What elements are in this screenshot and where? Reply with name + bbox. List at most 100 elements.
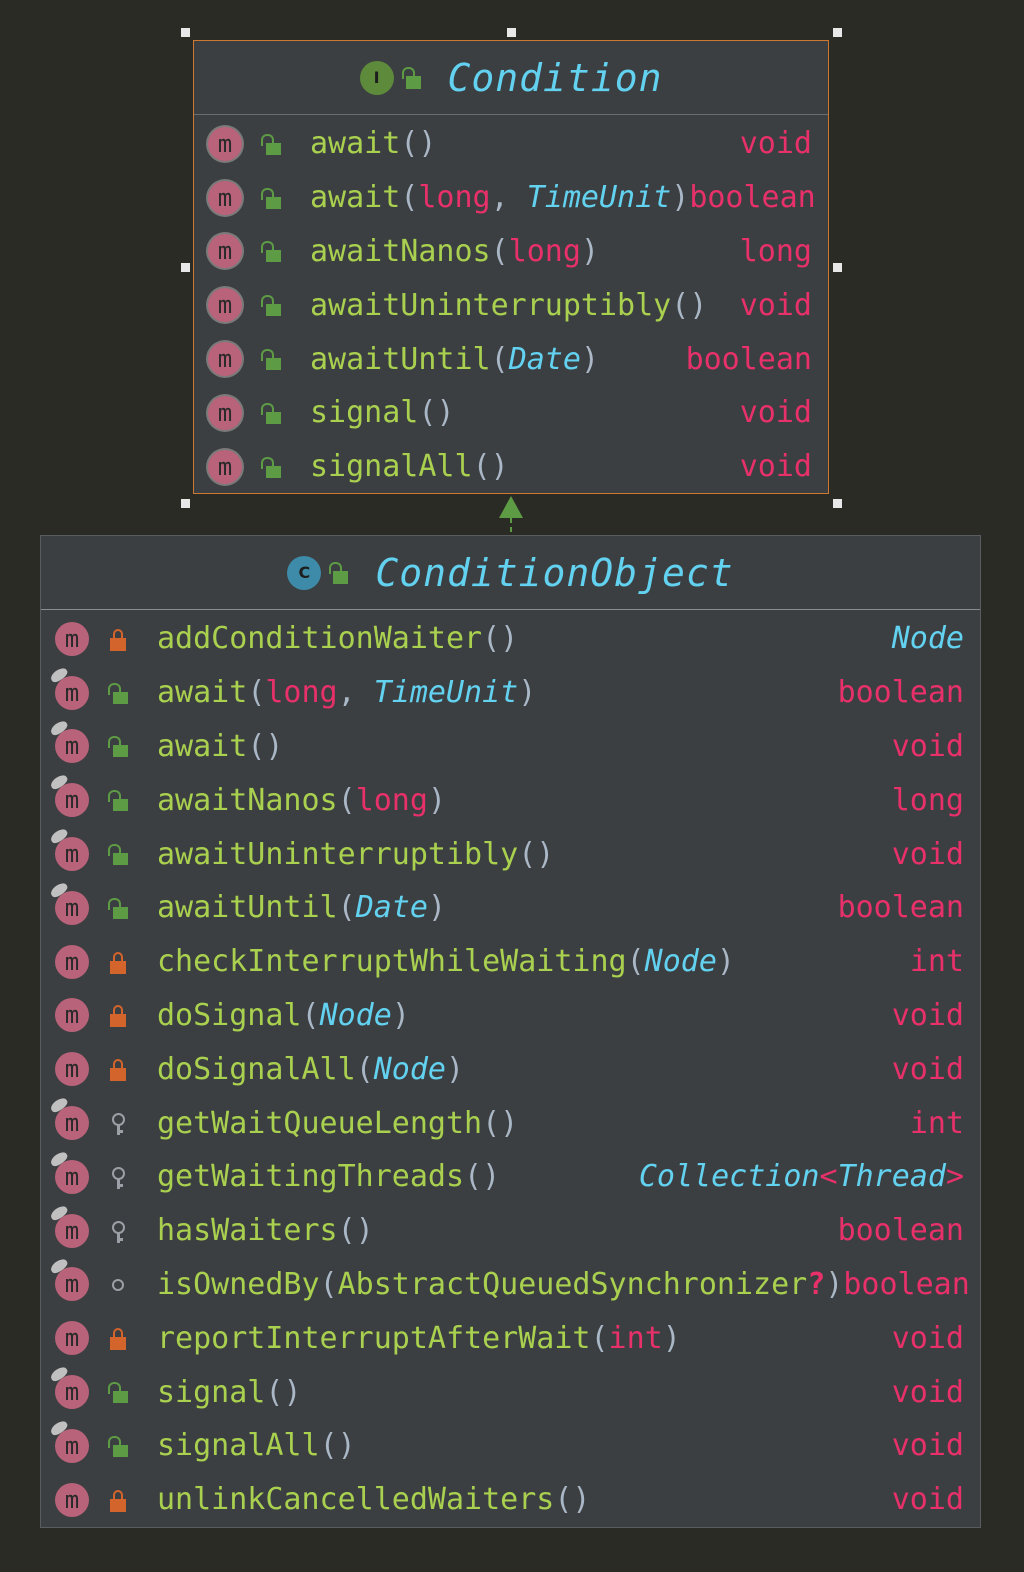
public-lock-icon [260, 131, 282, 157]
method-icon: m [208, 342, 242, 377]
class-node-conditionobject[interactable]: C ConditionObject m addConditionWaiter() N… [40, 535, 981, 1528]
method-name: reportInterruptAfterWait [157, 1320, 591, 1356]
open-paren: ( [337, 782, 356, 818]
open-paren: ( [472, 449, 491, 485]
close-paren: ) [490, 449, 509, 485]
close-paren: ) [536, 836, 555, 872]
method-row[interactable]: m awaitNanos(long) long [194, 225, 828, 279]
close-paren: ) [500, 1105, 519, 1141]
class-icon: C [287, 555, 322, 590]
param-separator: , [490, 180, 527, 216]
return-type: int [909, 944, 964, 980]
method-row[interactable]: m await(long, TimeUnit) boolean [41, 666, 980, 720]
return-type: boolean [689, 180, 816, 216]
return-type: int [909, 1105, 964, 1141]
method-signature: signal() [310, 395, 740, 430]
method-icon: m [208, 234, 242, 269]
method-row[interactable]: m awaitUninterruptibly() void [41, 827, 980, 881]
open-paren: ( [319, 1428, 338, 1464]
return-type: boolean [837, 675, 964, 711]
method-row[interactable]: m signal() void [194, 386, 828, 440]
public-lock-icon [329, 561, 349, 585]
param-type: Date [508, 341, 581, 377]
method-row[interactable]: m awaitUninterruptibly() void [194, 278, 828, 332]
method-row[interactable]: m await() void [41, 720, 980, 774]
open-paren: ( [355, 1051, 374, 1087]
method-signature: await(long, TimeUnit) [310, 180, 689, 215]
method-row[interactable]: m doSignalAll(Node) void [41, 1042, 980, 1096]
resize-handle-mid-left[interactable] [181, 263, 190, 272]
param-type: TimeUnit [526, 180, 672, 216]
method-signature: awaitUninterruptibly() [157, 837, 892, 872]
open-paren: ( [464, 1159, 483, 1195]
method-icon: m [55, 837, 89, 872]
method-signature: await(long, TimeUnit) [157, 675, 838, 710]
resize-handle-bottom-right[interactable] [833, 499, 842, 508]
method-name: awaitUntil [157, 890, 338, 926]
open-paren: ( [482, 621, 501, 657]
method-name: await [310, 180, 401, 216]
return-type: void [739, 287, 812, 323]
method-row[interactable]: m reportInterruptAfterWait(int) void [41, 1311, 980, 1365]
method-signature: hasWaiters() [157, 1213, 838, 1248]
close-paren: ) [580, 341, 599, 377]
method-signature: doSignal(Node) [157, 998, 892, 1033]
close-paren: ) [391, 997, 410, 1033]
method-row[interactable]: m await(long, TimeUnit) boolean [194, 171, 828, 225]
param-type: long [265, 675, 338, 711]
open-paren: ( [490, 233, 509, 269]
resize-handle-mid-right[interactable] [833, 263, 842, 272]
method-icon: m [55, 998, 89, 1033]
method-signature: isOwnedBy(AbstractQueuedSynchronizer?) [157, 1267, 843, 1302]
method-name: doSignal [157, 997, 302, 1033]
method-signature: getWaitQueueLength() [157, 1106, 910, 1141]
method-name: await [157, 675, 248, 711]
method-row[interactable]: m awaitUntil(Date) boolean [194, 332, 828, 386]
method-row[interactable]: m awaitNanos(long) long [41, 773, 980, 827]
method-row[interactable]: m hasWaiters() boolean [41, 1204, 980, 1258]
interface-title: Condition [447, 55, 663, 100]
method-name: awaitUntil [310, 341, 491, 377]
method-icon: m [208, 126, 242, 161]
method-row[interactable]: m doSignal(Node) void [41, 989, 980, 1043]
resize-handle-bottom-left[interactable] [181, 499, 190, 508]
param-separator: , [337, 675, 374, 711]
public-lock-icon [260, 346, 282, 372]
open-paren: ( [301, 997, 320, 1033]
close-paren: ) [689, 287, 708, 323]
open-paren: ( [319, 1266, 338, 1302]
param-type: int [608, 1320, 663, 1356]
method-row[interactable]: m checkInterruptWhileWaiting(Node) int [41, 935, 980, 989]
method-row[interactable]: m getWaitingThreads() Collection<Thread> [41, 1150, 980, 1204]
open-paren: ( [265, 1374, 284, 1410]
method-row[interactable]: m unlinkCancelledWaiters() void [41, 1473, 980, 1527]
return-type: void [891, 1374, 964, 1410]
close-paren: ) [825, 1266, 844, 1302]
method-row[interactable]: m addConditionWaiter() Node [41, 612, 980, 666]
method-row[interactable]: m signalAll() void [194, 440, 828, 494]
open-paren: ( [337, 890, 356, 926]
close-paren: ) [716, 944, 735, 980]
resize-handle-top-right[interactable] [833, 28, 842, 37]
public-lock-icon [107, 895, 129, 921]
resize-handle-top-center[interactable] [507, 28, 516, 37]
close-paren: ) [662, 1320, 681, 1356]
close-paren: ) [671, 180, 690, 216]
method-row[interactable]: m signal() void [41, 1365, 980, 1419]
method-row[interactable]: m await() void [194, 117, 828, 171]
method-row[interactable]: m awaitUntil(Date) boolean [41, 881, 980, 935]
open-paren: ( [490, 341, 509, 377]
method-icon: m [55, 1321, 89, 1356]
method-row[interactable]: m isOwnedBy(AbstractQueuedSynchronizer?) b… [41, 1258, 980, 1312]
method-row[interactable]: m signalAll() void [41, 1419, 980, 1473]
resize-handle-top-left[interactable] [181, 28, 190, 37]
method-row[interactable]: m getWaitQueueLength() int [41, 1096, 980, 1150]
method-name: awaitNanos [157, 782, 338, 818]
interface-node-condition[interactable]: I Condition m await() void m await(long, Tim… [193, 40, 829, 494]
method-signature: signalAll() [310, 449, 740, 484]
method-name: addConditionWaiter [157, 621, 483, 657]
public-lock-icon [260, 400, 282, 426]
return-type: void [891, 728, 964, 764]
method-icon: m [55, 1052, 89, 1087]
return-type: boolean [837, 890, 964, 926]
